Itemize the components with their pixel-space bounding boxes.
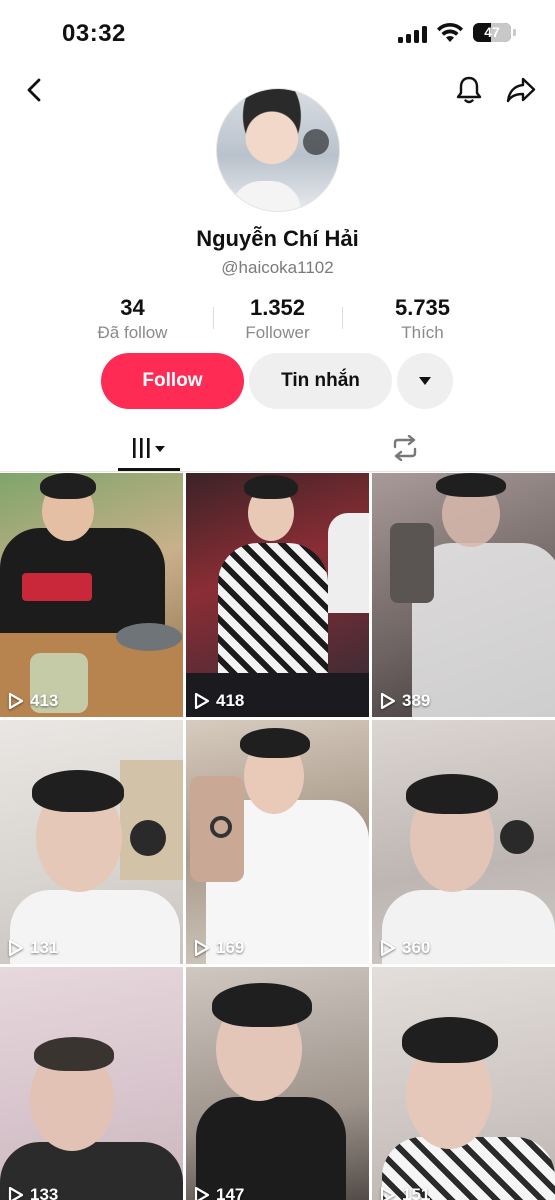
- view-count-text: 133: [30, 1185, 59, 1200]
- battery-level: 47: [484, 24, 500, 40]
- battery-nub: [513, 29, 516, 36]
- play-icon: [8, 939, 24, 957]
- video-tile[interactable]: 389: [372, 473, 555, 717]
- view-count-text: 151: [402, 1185, 431, 1200]
- notification-bell-button[interactable]: [451, 72, 487, 108]
- follow-button[interactable]: Follow: [101, 353, 244, 409]
- view-count-text: 131: [30, 938, 59, 957]
- repost-icon: [393, 435, 417, 461]
- play-icon: [194, 939, 210, 957]
- video-tile[interactable]: 418: [186, 473, 369, 717]
- share-button[interactable]: [503, 72, 539, 108]
- play-icon: [194, 692, 210, 710]
- stat-followers-label: Follower: [245, 323, 310, 342]
- view-count: 360: [380, 938, 430, 958]
- share-icon: [506, 77, 536, 103]
- status-time: 03:32: [62, 20, 126, 47]
- video-tile[interactable]: 151: [372, 967, 555, 1200]
- battery-icon: 47: [473, 23, 511, 42]
- avatar-shirt: [231, 181, 301, 211]
- video-tile[interactable]: 131: [0, 720, 183, 964]
- view-count: 389: [380, 691, 430, 711]
- signal-icon: [398, 25, 428, 43]
- video-tile[interactable]: 360: [372, 720, 555, 964]
- view-count: 169: [194, 938, 244, 958]
- view-count: 418: [194, 691, 244, 711]
- view-count-text: 360: [402, 938, 431, 957]
- view-count: 147: [194, 1185, 244, 1200]
- status-bar: 03:32 47: [0, 0, 555, 62]
- stat-following[interactable]: 34 Đã follow: [60, 295, 205, 343]
- play-icon: [8, 692, 24, 710]
- stat-followers[interactable]: 1.352 Follower: [205, 295, 350, 343]
- avatar-bg-detail: [303, 129, 329, 155]
- play-icon: [380, 1186, 396, 1200]
- stat-divider: [342, 307, 343, 329]
- stat-likes-value: 5.735: [394, 295, 451, 320]
- chevron-left-icon: [27, 78, 41, 102]
- play-icon: [194, 1186, 210, 1200]
- view-count-text: 389: [402, 691, 431, 710]
- stat-likes[interactable]: 5.735 Thích: [350, 295, 495, 343]
- message-button[interactable]: Tin nhắn: [249, 353, 392, 409]
- stat-following-value: 34: [120, 295, 145, 320]
- back-button[interactable]: [16, 72, 52, 108]
- profile-name: Nguyễn Chí Hải: [196, 226, 359, 251]
- view-count-text: 413: [30, 691, 59, 710]
- tabs-divider: [0, 471, 555, 472]
- profile-stats: 34 Đã follow 1.352 Follower 5.735 Thích: [60, 295, 495, 345]
- stat-followers-value: 1.352: [249, 295, 306, 320]
- stat-likes-label: Thích: [401, 323, 444, 342]
- bell-icon: [456, 76, 482, 104]
- tab-videos[interactable]: [118, 428, 180, 468]
- caret-down-icon: [419, 377, 431, 385]
- view-count-text: 147: [216, 1185, 245, 1200]
- view-count-text: 418: [216, 691, 245, 710]
- play-icon: [380, 939, 396, 957]
- view-count: 413: [8, 691, 58, 711]
- view-count: 151: [380, 1185, 430, 1200]
- view-count-text: 169: [216, 938, 245, 957]
- view-count: 131: [8, 938, 58, 958]
- play-icon: [380, 692, 396, 710]
- play-icon: [8, 1186, 24, 1200]
- more-options-button[interactable]: [397, 353, 453, 409]
- video-tile[interactable]: 413: [0, 473, 183, 717]
- video-grid: 413 418 389 131 169 360 133 147 151: [0, 473, 555, 1200]
- profile-handle: @haicoka1102: [221, 258, 334, 277]
- video-tile[interactable]: 147: [186, 967, 369, 1200]
- wifi-icon: [437, 22, 463, 42]
- profile-avatar[interactable]: [216, 88, 340, 212]
- view-count: 133: [8, 1185, 58, 1200]
- grid-videos-icon: [133, 438, 165, 458]
- tab-reposts[interactable]: [385, 428, 425, 468]
- stat-following-label: Đã follow: [97, 323, 168, 342]
- video-tile[interactable]: 133: [0, 967, 183, 1200]
- video-tile[interactable]: 169: [186, 720, 369, 964]
